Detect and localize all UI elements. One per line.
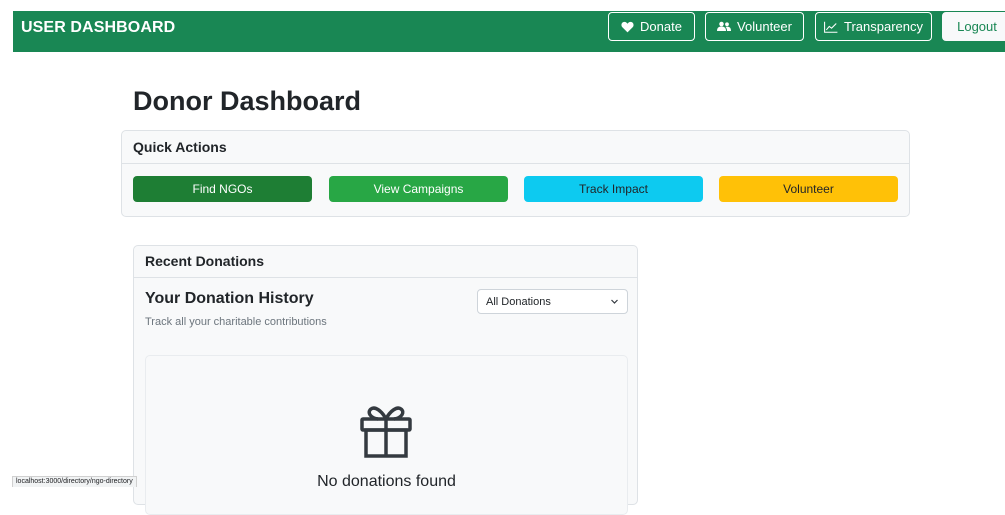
empty-state: No donations found	[145, 355, 628, 515]
navbar-brand[interactable]: USER DASHBOARD	[21, 19, 175, 37]
recent-donations-card: Recent Donations Your Donation History T…	[133, 245, 638, 515]
nav-transparency-label: Transparency	[844, 19, 923, 34]
logout-button[interactable]: Logout	[942, 12, 1005, 41]
users-icon	[717, 21, 732, 31]
nav-transparency-button[interactable]: Transparency	[815, 12, 932, 41]
gift-icon	[360, 406, 412, 458]
top-navbar: USER DASHBOARD Donate Volunteer Transpar…	[13, 11, 1005, 52]
nav-donate-button[interactable]: Donate	[608, 12, 695, 41]
nav-volunteer-button[interactable]: Volunteer	[705, 12, 804, 41]
heart-icon	[621, 21, 634, 32]
donation-history-title: Your Donation History	[145, 290, 314, 307]
find-ngos-button[interactable]: Find NGOs	[133, 176, 312, 202]
quick-actions-card: Quick Actions Find NGOs View Campaigns T…	[121, 130, 910, 217]
donation-history-subtitle: Track all your charitable contributions	[145, 316, 327, 328]
recent-donations-header: Recent Donations	[134, 246, 637, 278]
track-impact-button[interactable]: Track Impact	[524, 176, 703, 202]
nav-volunteer-label: Volunteer	[737, 19, 792, 34]
donation-filter-value: All Donations	[486, 296, 551, 308]
chevron-down-icon	[611, 299, 618, 304]
view-campaigns-button[interactable]: View Campaigns	[329, 176, 508, 202]
donation-filter-select[interactable]: All Donations	[477, 289, 628, 314]
page-title: Donor Dashboard	[133, 86, 362, 116]
volunteer-action-button[interactable]: Volunteer	[719, 176, 898, 202]
nav-donate-label: Donate	[640, 19, 682, 34]
logout-label: Logout	[957, 19, 997, 34]
status-bar-url: localhost:3000/directory/ngo-directory	[12, 476, 137, 487]
empty-state-message: No donations found	[317, 473, 456, 490]
chart-line-icon	[824, 21, 838, 33]
quick-actions-header: Quick Actions	[122, 131, 909, 164]
